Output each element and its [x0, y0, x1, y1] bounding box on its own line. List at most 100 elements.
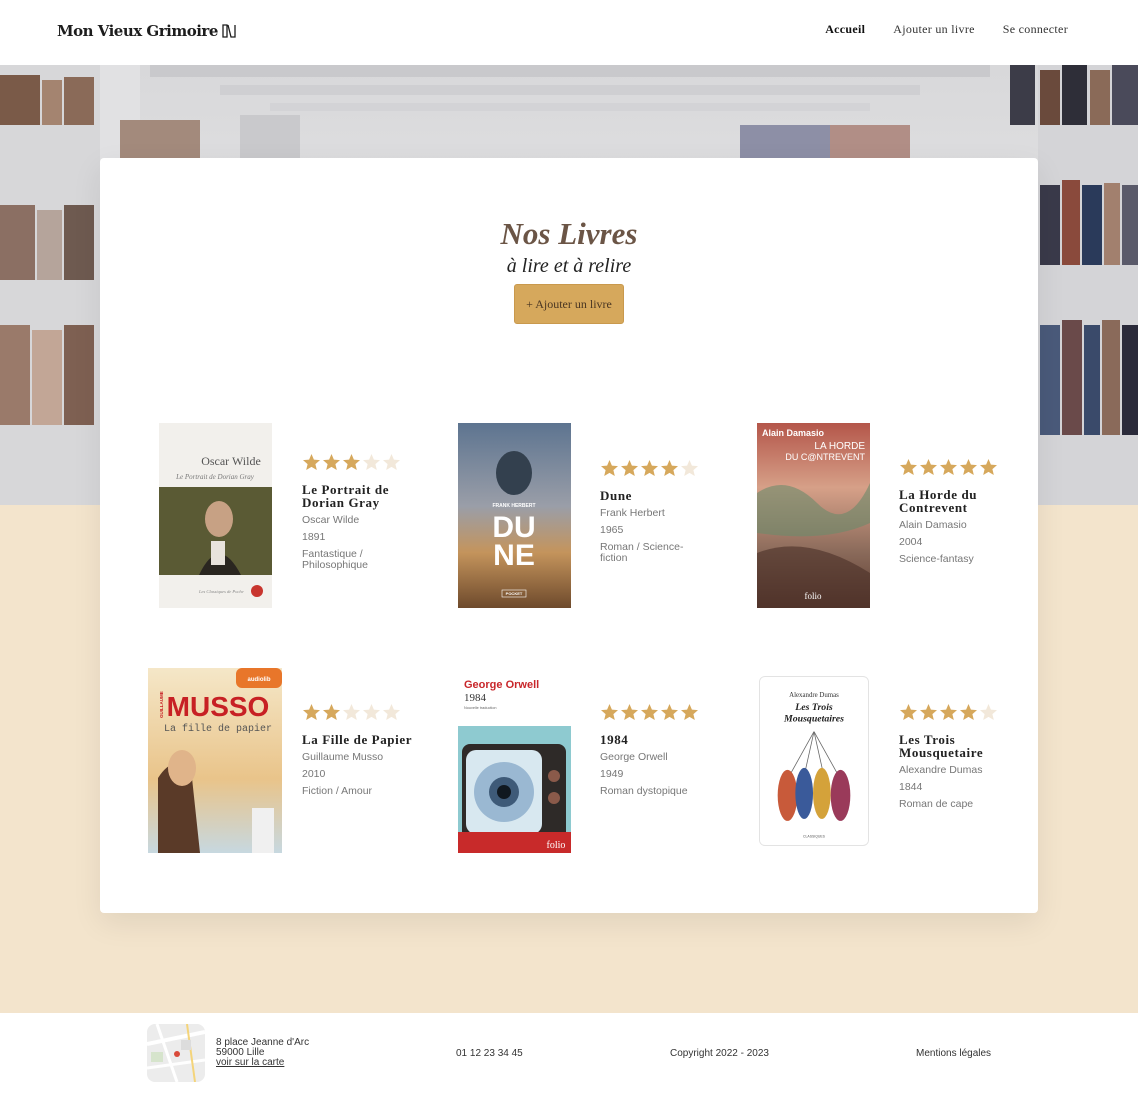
star-filled-icon	[343, 454, 360, 470]
book-title: 1984	[600, 732, 629, 747]
book-year: 1965	[600, 524, 624, 536]
svg-text:folio: folio	[805, 591, 822, 601]
svg-text:POCKET: POCKET	[506, 591, 523, 596]
map-thumbnail[interactable]	[147, 1024, 205, 1082]
book-genre: Science-fantasy	[899, 553, 974, 565]
book-title: La Horde du Contrevent	[899, 487, 978, 515]
book-author: Alexandre Dumas	[899, 764, 983, 776]
site-header: Mon Vieux Grimoire Accueil Ajouter un li…	[0, 0, 1138, 65]
book-cover[interactable]: Oscar Wilde Le Portrait de Dorian Gray L…	[159, 423, 272, 608]
book-cover[interactable]: George Orwell 1984 Nouvelle traduction f…	[458, 668, 571, 853]
book-author: Oscar Wilde	[302, 514, 360, 526]
book-year: 1891	[302, 531, 326, 543]
book-author: Frank Herbert	[600, 507, 665, 519]
svg-text:Alexandre Dumas: Alexandre Dumas	[789, 692, 839, 699]
footer-phone: 01 12 23 34 45	[456, 1048, 523, 1059]
svg-text:Oscar Wilde: Oscar Wilde	[201, 454, 261, 468]
svg-text:La fille de papier: La fille de papier	[164, 723, 272, 735]
star-filled-icon	[900, 704, 917, 720]
star-filled-icon	[661, 704, 678, 720]
star-empty-icon	[383, 454, 400, 470]
book-cover[interactable]: FRANK HERBERT DU NE POCKET	[458, 423, 571, 608]
book-rating	[600, 459, 720, 479]
book-info: 1984 George Orwell 1949 Roman dystopique	[600, 703, 720, 797]
book-item[interactable]: Alain Damasio LA HORDE DU C@NTREVENT fol…	[757, 423, 1057, 613]
book-year: 2004	[899, 536, 923, 548]
svg-text:FRANK HERBERT: FRANK HERBERT	[492, 503, 535, 509]
star-filled-icon	[920, 459, 937, 475]
footer-copyright: Copyright 2022 - 2023	[670, 1048, 769, 1059]
book-title: Les Trois Mousquetaire	[899, 732, 984, 760]
star-filled-icon	[621, 460, 638, 476]
book-year: 1844	[899, 781, 923, 793]
book-cover[interactable]: Alexandre Dumas Les Trois Mousquetaires …	[759, 676, 869, 846]
book-title: La Fille de Papier	[302, 732, 413, 747]
book-rating	[302, 703, 422, 723]
book-cover-image: audiolib MUSSO La fille de papier GUILLA…	[148, 668, 282, 853]
nav-se-connecter[interactable]: Se connecter	[1003, 22, 1068, 37]
book-rating	[899, 703, 1019, 723]
book-item[interactable]: FRANK HERBERT DU NE POCKET Dune Frank He…	[458, 423, 758, 613]
svg-text:audiolib: audiolib	[248, 677, 271, 683]
svg-text:CLASSIQUES: CLASSIQUES	[803, 835, 826, 839]
svg-text:GUILLAUME: GUILLAUME	[159, 691, 164, 718]
star-filled-icon	[323, 454, 340, 470]
star-filled-icon	[940, 704, 957, 720]
map-link[interactable]: voir sur la carte	[216, 1057, 284, 1068]
star-filled-icon	[323, 704, 340, 720]
star-empty-icon	[681, 460, 698, 476]
star-filled-icon	[980, 459, 997, 475]
book-cover-image: FRANK HERBERT DU NE POCKET	[458, 423, 571, 608]
book-cover-image: Oscar Wilde Le Portrait de Dorian Gray L…	[159, 423, 272, 608]
book-author: George Orwell	[600, 751, 668, 763]
book-item[interactable]: Alexandre Dumas Les Trois Mousquetaires …	[757, 676, 1057, 866]
book-rating	[600, 703, 720, 723]
star-filled-icon	[641, 704, 658, 720]
svg-text:Nouvelle traduction: Nouvelle traduction	[464, 706, 497, 710]
add-book-button[interactable]: + Ajouter un livre	[514, 284, 624, 324]
star-empty-icon	[980, 704, 997, 720]
book-cover[interactable]: Alain Damasio LA HORDE DU C@NTREVENT fol…	[757, 423, 870, 608]
book-item[interactable]: George Orwell 1984 Nouvelle traduction f…	[458, 668, 758, 858]
book-genre: Roman de cape	[899, 798, 974, 810]
site-footer: 8 place Jeanne d'Arc 59000 Lille voir su…	[0, 1013, 1138, 1093]
book-year: 1949	[600, 768, 624, 780]
book-cover[interactable]: audiolib MUSSO La fille de papier GUILLA…	[148, 668, 282, 853]
star-empty-icon	[363, 454, 380, 470]
svg-text:George Orwell: George Orwell	[464, 679, 539, 691]
books-card: Nos Livres à lire et à relire + Ajouter …	[100, 158, 1038, 913]
book-author: Guillaume Musso	[302, 751, 384, 763]
book-rating	[899, 458, 1019, 478]
svg-text:Les Trois: Les Trois	[794, 702, 833, 713]
book-genre: Roman dystopique	[600, 785, 688, 797]
svg-text:Mousquetaires: Mousquetaires	[783, 714, 844, 725]
book-genre: Fiction / Amour	[302, 785, 373, 797]
book-rating	[302, 453, 422, 473]
book-info: La Fille de Papier Guillaume Musso 2010 …	[302, 703, 422, 797]
star-filled-icon	[960, 704, 977, 720]
legal-link[interactable]: Mentions légales	[916, 1048, 991, 1059]
star-filled-icon	[900, 459, 917, 475]
svg-text:NE: NE	[493, 539, 535, 572]
book-title: Le Portrait de Dorian Gray	[302, 482, 390, 510]
star-filled-icon	[621, 704, 638, 720]
book-item[interactable]: audiolib MUSSO La fille de papier GUILLA…	[148, 668, 448, 858]
site-logo[interactable]: Mon Vieux Grimoire	[57, 22, 236, 40]
svg-text:Les Classiques de Poche: Les Classiques de Poche	[198, 589, 244, 594]
svg-text:Le Portrait de Dorian Gray: Le Portrait de Dorian Gray	[175, 473, 255, 481]
svg-text:MUSSO: MUSSO	[167, 691, 270, 722]
star-filled-icon	[920, 704, 937, 720]
book-logo-icon	[222, 24, 236, 38]
book-item[interactable]: Oscar Wilde Le Portrait de Dorian Gray L…	[159, 423, 459, 613]
svg-text:folio: folio	[547, 840, 566, 851]
svg-text:Alain Damasio: Alain Damasio	[762, 428, 825, 438]
map-icon	[147, 1024, 205, 1082]
nav-accueil[interactable]: Accueil	[825, 22, 865, 37]
star-filled-icon	[641, 460, 658, 476]
nav-ajouter-livre[interactable]: Ajouter un livre	[893, 22, 974, 37]
star-filled-icon	[303, 454, 320, 470]
star-filled-icon	[601, 704, 618, 720]
book-info: Le Portrait de Dorian Gray Oscar Wilde 1…	[302, 453, 422, 571]
book-info: Les Trois Mousquetaire Alexandre Dumas 1…	[899, 703, 1019, 810]
book-info: Dune Frank Herbert 1965 Roman / Science-…	[600, 459, 720, 564]
